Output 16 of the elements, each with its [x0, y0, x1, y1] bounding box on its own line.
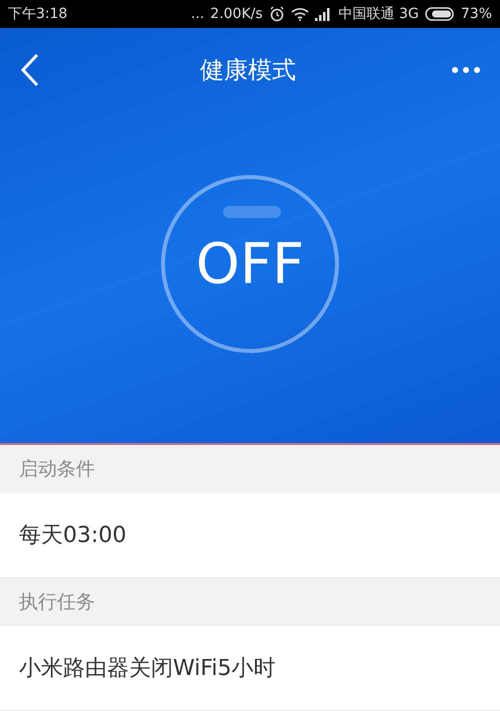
power-toggle-button[interactable]: OFF: [161, 175, 339, 353]
battery-icon: [424, 7, 455, 21]
clock-time: 下午3:18: [8, 5, 68, 23]
notification-dots: ...: [190, 6, 204, 22]
more-icon: [451, 66, 481, 74]
page-title: 健康模式: [200, 55, 296, 86]
network-speed: 2.00K/s: [210, 6, 263, 22]
alarm-icon: [268, 6, 285, 22]
wifi-icon: [290, 7, 309, 21]
section-heading: 启动条件: [19, 457, 95, 482]
section-heading: 执行任务: [19, 590, 95, 615]
carrier-name: 中国联通 3G: [338, 5, 419, 23]
back-chevron-icon: [20, 53, 40, 87]
item-text: 每天03:00: [19, 522, 126, 550]
item-text: 小米路由器关闭WiFi5小时: [19, 655, 276, 683]
battery-percent: 73%: [460, 6, 492, 22]
